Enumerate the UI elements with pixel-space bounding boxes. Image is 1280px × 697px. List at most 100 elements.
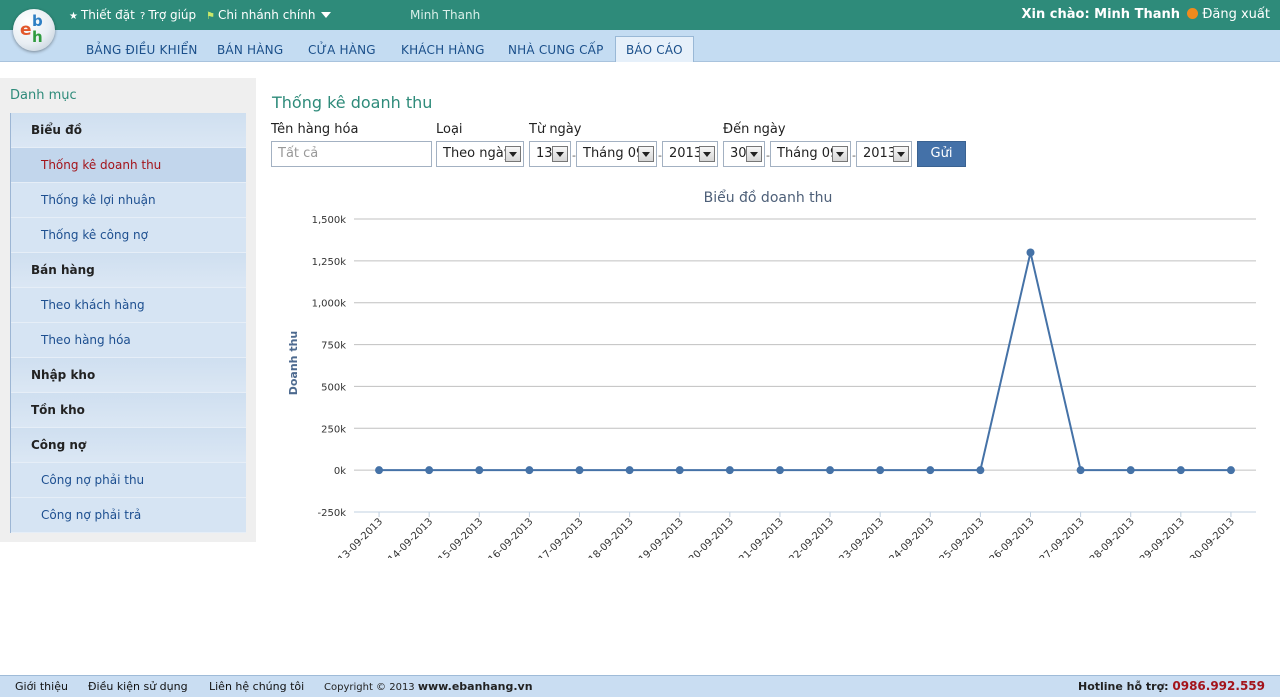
y-tick-label: 750k [321, 341, 346, 352]
data-point [725, 466, 734, 475]
product-search-input[interactable]: Tất cả [271, 141, 432, 167]
greeting-text: Xin chào: Minh Thanh [1021, 7, 1180, 22]
help-link[interactable]: ? Trợ giúp [140, 8, 196, 22]
type-select-value: Theo ngày [443, 146, 512, 161]
submit-button[interactable]: Gửi [917, 141, 966, 167]
from-date-label: Từ ngày [529, 122, 582, 137]
x-tick-label: 30-09-2013 [1188, 516, 1237, 558]
x-tick-label: 24-09-2013 [888, 516, 937, 558]
logo-letter-h: h [32, 28, 43, 46]
data-point [1126, 466, 1135, 475]
x-tick-label: 26-09-2013 [988, 516, 1037, 558]
from-month-value: Tháng 09 [583, 146, 645, 161]
settings-label: Thiết đặt [80, 8, 135, 22]
tab-reports[interactable]: BÁO CÁO [615, 36, 694, 62]
app-logo[interactable]: e b h [13, 9, 55, 51]
x-tick-label: 29-09-2013 [1138, 516, 1187, 558]
page-title: Thống kê doanh thu [272, 93, 433, 112]
branch-label: Chi nhánh chính [217, 8, 316, 22]
x-tick-label: 18-09-2013 [587, 516, 636, 558]
tab-dashboard[interactable]: BẢNG ĐIỀU KHIỂN [86, 30, 198, 61]
logout-label: Đăng xuất [1202, 7, 1270, 22]
sidebar-item-debt-stats[interactable]: Thống kê công nợ [11, 218, 246, 253]
logout-link[interactable]: Đăng xuất [1187, 7, 1270, 22]
data-point [1226, 466, 1235, 475]
tab-sales[interactable]: BÁN HÀNG [217, 30, 283, 61]
chevron-down-icon [893, 146, 909, 162]
y-tick-label: 1,500k [312, 215, 347, 226]
question-icon: ? [140, 11, 146, 22]
data-point [525, 466, 534, 475]
to-day-select[interactable]: 30 [723, 141, 765, 167]
to-year-select[interactable]: 2013 [856, 141, 912, 167]
current-user-name: Minh Thanh [410, 8, 481, 22]
data-point [675, 466, 684, 475]
copyright-site: www.ebanhang.vn [417, 680, 533, 693]
help-label: Trợ giúp [148, 8, 197, 22]
sidebar-group-import[interactable]: Nhập kho [11, 358, 246, 393]
sidebar-item-profit-stats[interactable]: Thống kê lợi nhuận [11, 183, 246, 218]
data-point [575, 466, 584, 475]
chart-grid [354, 218, 1256, 513]
sidebar-item-receivables[interactable]: Công nợ phải thu [11, 463, 246, 498]
top-bar: ★ Thiết đặt ? Trợ giúp ⚑ Chi nhánh chính Mi… [0, 0, 1280, 30]
from-year-select[interactable]: 2013 [662, 141, 718, 167]
chart-y-ticks: -250k 0k 250k 500k 750k 1,000k 1,250k 1,500k [312, 215, 347, 519]
chevron-down-icon [321, 12, 332, 18]
sidebar-group-sales[interactable]: Bán hàng [11, 253, 246, 288]
hotline-label: Hotline hỗ trợ: [1077, 680, 1169, 693]
tab-suppliers[interactable]: NHÀ CUNG CẤP [508, 30, 604, 61]
x-tick-label: 20-09-2013 [687, 516, 736, 558]
from-day-select[interactable]: 13 [529, 141, 571, 167]
footer-link-terms[interactable]: Điều kiện sử dụng [88, 680, 188, 693]
x-tick-label: 14-09-2013 [386, 516, 435, 558]
series-line [379, 252, 1231, 472]
sidebar-item-payables[interactable]: Công nợ phải trả [11, 498, 246, 533]
sidebar-group-inventory[interactable]: Tồn kho [11, 393, 246, 428]
y-tick-label: -250k [318, 508, 347, 519]
settings-link[interactable]: ★ Thiết đặt [69, 8, 135, 22]
sidebar-item-by-customer[interactable]: Theo khách hàng [11, 288, 246, 323]
y-tick-label: 1,000k [312, 299, 347, 310]
y-tick-label: 0k [334, 466, 346, 477]
sidebar-menu: Biểu đồ Thống kê doanh thu Thống kê lợi … [10, 113, 246, 533]
x-tick-label: 25-09-2013 [938, 516, 987, 558]
chevron-down-icon [505, 146, 521, 162]
data-point [375, 466, 384, 475]
sidebar-item-revenue-stats[interactable]: Thống kê doanh thu [11, 148, 246, 183]
sidebar-item-by-product[interactable]: Theo hàng hóa [11, 323, 246, 358]
sidebar-group-debt[interactable]: Công nợ [11, 428, 246, 463]
to-month-select[interactable]: Tháng 09 [770, 141, 851, 167]
type-select[interactable]: Theo ngày [436, 141, 524, 167]
chart-title: Biểu đồ doanh thu [704, 189, 833, 206]
data-point [775, 466, 784, 475]
chevron-down-icon [638, 146, 654, 162]
chevron-down-icon [746, 146, 762, 162]
tab-customers[interactable]: KHÁCH HÀNG [401, 30, 485, 61]
x-tick-label: 17-09-2013 [537, 516, 586, 558]
footer-link-contact[interactable]: Liên hệ chúng tôi [209, 680, 304, 693]
data-point [1026, 248, 1035, 257]
sidebar-group-charts[interactable]: Biểu đồ [11, 113, 246, 148]
x-tick-label: 13-09-2013 [336, 516, 385, 558]
chart-series [375, 248, 1235, 475]
main-nav: BẢNG ĐIỀU KHIỂN BÁN HÀNG CỬA HÀNG KHÁCH … [0, 30, 1280, 62]
data-point [976, 466, 985, 475]
hotline: Hotline hỗ trợ: 0986.992.559 [1078, 679, 1265, 693]
data-point [1176, 466, 1185, 475]
y-tick-label: 1,250k [312, 257, 347, 268]
branch-selector[interactable]: ⚑ Chi nhánh chính [206, 8, 332, 22]
copyright-prefix: Copyright © 2013 [324, 682, 415, 693]
tab-store[interactable]: CỬA HÀNG [308, 30, 376, 61]
x-tick-label: 22-09-2013 [787, 516, 836, 558]
to-date-label: Đến ngày [723, 122, 786, 137]
footer: Giới thiệu Điều kiện sử dụng Liên hệ chú… [0, 675, 1280, 697]
branch-icon: ⚑ [206, 11, 215, 22]
from-month-select[interactable]: Tháng 09 [576, 141, 657, 167]
chevron-down-icon [552, 146, 568, 162]
footer-link-about[interactable]: Giới thiệu [15, 680, 68, 693]
data-point [1076, 466, 1085, 475]
x-tick-label: 21-09-2013 [737, 516, 786, 558]
from-day-value: 13 [536, 146, 553, 161]
x-tick-label: 15-09-2013 [437, 516, 486, 558]
